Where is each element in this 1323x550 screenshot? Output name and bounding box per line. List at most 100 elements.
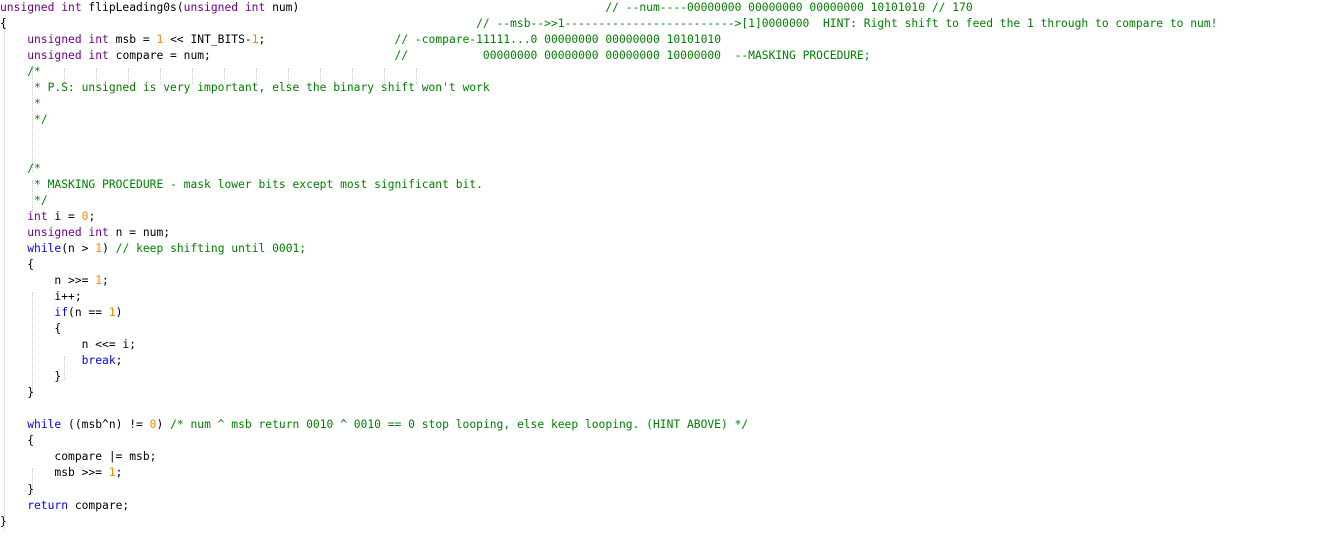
code-token: msb >>= [0, 466, 109, 480]
code-line: break; [0, 353, 123, 369]
code-token: // -compare-11111...0 00000000 00000000 … [394, 33, 721, 47]
code-line: if(n == 1) [0, 305, 122, 321]
code-line: compare |= msb; [0, 449, 156, 465]
code-token: 1 [95, 273, 103, 287]
code-token: * MASKING PROCEDURE - mask lower bits ex… [27, 177, 483, 191]
code-token: msb = [108, 33, 157, 47]
code-line: { [0, 321, 61, 337]
code-token: { [0, 322, 62, 335]
code-line: return compare; [0, 498, 129, 514]
code-token: compare; [68, 498, 130, 512]
code-token: compare = num; [108, 49, 395, 63]
code-line: msb >>= 1; [0, 465, 122, 481]
code-line: * P.S: unsigned is very important, else … [0, 80, 490, 96]
code-token: unsigned int [27, 33, 109, 47]
code-token: ; [115, 354, 123, 368]
code-token: { [0, 434, 35, 448]
code-token: break [81, 354, 116, 368]
code-line: /* [0, 64, 41, 80]
code-line: n >>= 1; [0, 273, 109, 289]
code-line: } [0, 482, 34, 498]
code-token: /* [27, 65, 41, 79]
code-token: ; [88, 209, 96, 223]
code-line: * [0, 96, 41, 112]
code-token: { [0, 17, 477, 31]
code-token: 1 [108, 466, 116, 480]
code-token: (n > [61, 241, 96, 255]
code-token: ) [115, 305, 123, 319]
code-token: */ [27, 193, 48, 207]
code-token: // --num----00000000 00000000 00000000 1… [605, 1, 973, 14]
code-token: if [54, 305, 69, 319]
code-token: 1 [108, 305, 116, 319]
code-token: } [0, 514, 7, 528]
code-token: unsigned int [27, 225, 109, 239]
code-line: */ [0, 193, 48, 209]
code-line: { [0, 257, 34, 273]
code-line: } [0, 369, 61, 385]
code-line: * MASKING PROCEDURE - mask lower bits ex… [0, 177, 483, 193]
code-token: flipLeading0s( [81, 1, 184, 14]
code-line: } [0, 514, 7, 530]
code-token: ; [102, 273, 109, 287]
code-line: { [0, 433, 34, 449]
code-token: i = [47, 209, 82, 223]
code-token: while [27, 241, 62, 255]
code-token: while [27, 418, 62, 432]
code-line: while ((msb^n) != 0) /* num ^ msb return… [0, 417, 748, 433]
code-token: unsigned int [27, 49, 109, 63]
code-token: n = num; [108, 225, 171, 239]
code-token: * P.S: unsigned is very important, else … [27, 81, 490, 95]
code-token: return [0, 498, 69, 512]
code-token: n >>= [0, 273, 96, 287]
code-token: ((msb^n) != [61, 418, 150, 432]
code-token: i++; [0, 289, 82, 303]
code-token: ; [115, 466, 123, 480]
code-token: /* [27, 161, 41, 175]
code-line: } [0, 385, 34, 401]
code-token: ) [102, 241, 116, 255]
code-token: ) [156, 418, 171, 432]
code-line: unsigned int flipLeading0s(unsigned int … [0, 0, 973, 16]
code-token: } [0, 386, 35, 400]
code-line: n <<= i; [0, 337, 136, 353]
code-token: num) [265, 1, 606, 14]
code-line: unsigned int msb = 1 << INT_BITS-1; // -… [0, 32, 721, 48]
code-token: 1 [251, 33, 259, 47]
code-line: /* [0, 161, 41, 177]
code-line: while(n > 1) // keep shifting until 0001… [0, 241, 306, 257]
code-token: // --msb-->>1------------------------->[… [476, 17, 1218, 31]
code-token: unsigned int [183, 1, 266, 14]
code-line: unsigned int compare = num; // 00000000 … [0, 48, 870, 64]
code-token: */ [27, 113, 48, 127]
code-token: << INT_BITS- [163, 33, 252, 47]
code-line: unsigned int n = num; [0, 225, 170, 241]
code-token: unsigned int [0, 1, 82, 14]
code-token: // keep shifting until 0001; [115, 241, 307, 255]
code-token: } [0, 370, 62, 384]
code-line: */ [0, 112, 48, 128]
code-token: { [0, 257, 35, 271]
code-token: int [27, 209, 48, 223]
code-token: (n == [68, 305, 109, 319]
code-token: } [0, 482, 35, 496]
code-token: n <<= i; [0, 338, 137, 352]
code-editor[interactable]: unsigned int flipLeading0s( unsigned int … [0, 0, 1323, 550]
code-line: i++; [0, 289, 82, 305]
code-token: ; [258, 33, 395, 47]
code-token: * [27, 97, 41, 111]
